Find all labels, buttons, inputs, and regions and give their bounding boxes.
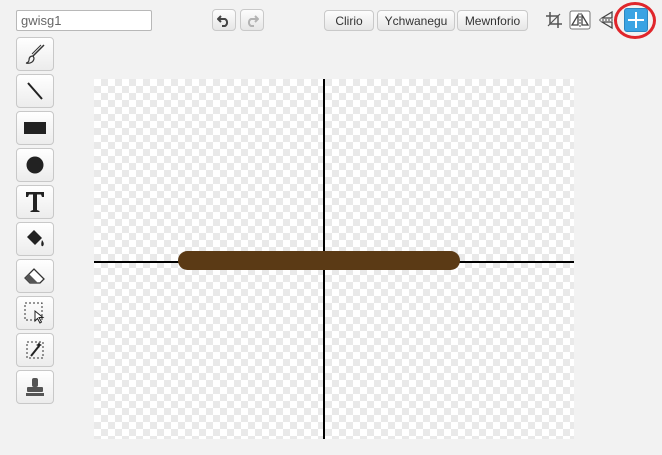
ellipse-tool[interactable] (16, 148, 54, 182)
paintbrush-tool[interactable] (16, 37, 54, 71)
drawing-canvas[interactable] (94, 79, 574, 439)
fill-tool[interactable] (16, 222, 54, 256)
highlight-circle (614, 2, 656, 39)
paint-bucket-icon (27, 230, 44, 247)
eraser-tool[interactable] (16, 259, 54, 293)
stamp-icon (26, 378, 44, 396)
undo-button[interactable] (212, 9, 236, 31)
rectangle-icon (24, 122, 46, 134)
paintbrush-icon (25, 44, 45, 64)
ellipse-icon (26, 156, 44, 174)
rectangle-tool[interactable] (16, 111, 54, 145)
add-button[interactable]: Ychwanegu (377, 10, 455, 31)
text-tool[interactable] (16, 185, 54, 219)
crop-icon (546, 12, 562, 28)
flip-horizontal-icon (569, 10, 591, 30)
stamp-tool[interactable] (16, 370, 54, 404)
line-tool[interactable] (16, 74, 54, 108)
flip-horizontal-button[interactable] (569, 9, 591, 31)
select-tool[interactable] (16, 296, 54, 330)
text-icon (26, 192, 44, 212)
redo-button[interactable] (240, 9, 264, 31)
line-icon (27, 82, 43, 100)
undo-icon (217, 15, 229, 27)
magic-select-icon (26, 341, 44, 359)
clear-button[interactable]: Clirio (324, 10, 374, 31)
redo-icon (247, 15, 259, 27)
select-remove-background-tool[interactable] (16, 333, 54, 367)
drawn-brown-line[interactable] (178, 251, 460, 270)
crop-button[interactable] (543, 9, 565, 31)
tool-palette (16, 37, 54, 407)
import-button[interactable]: Mewnforio (457, 10, 528, 31)
costume-name-input[interactable] (16, 10, 152, 31)
select-icon (24, 302, 45, 324)
eraser-icon (24, 268, 45, 284)
